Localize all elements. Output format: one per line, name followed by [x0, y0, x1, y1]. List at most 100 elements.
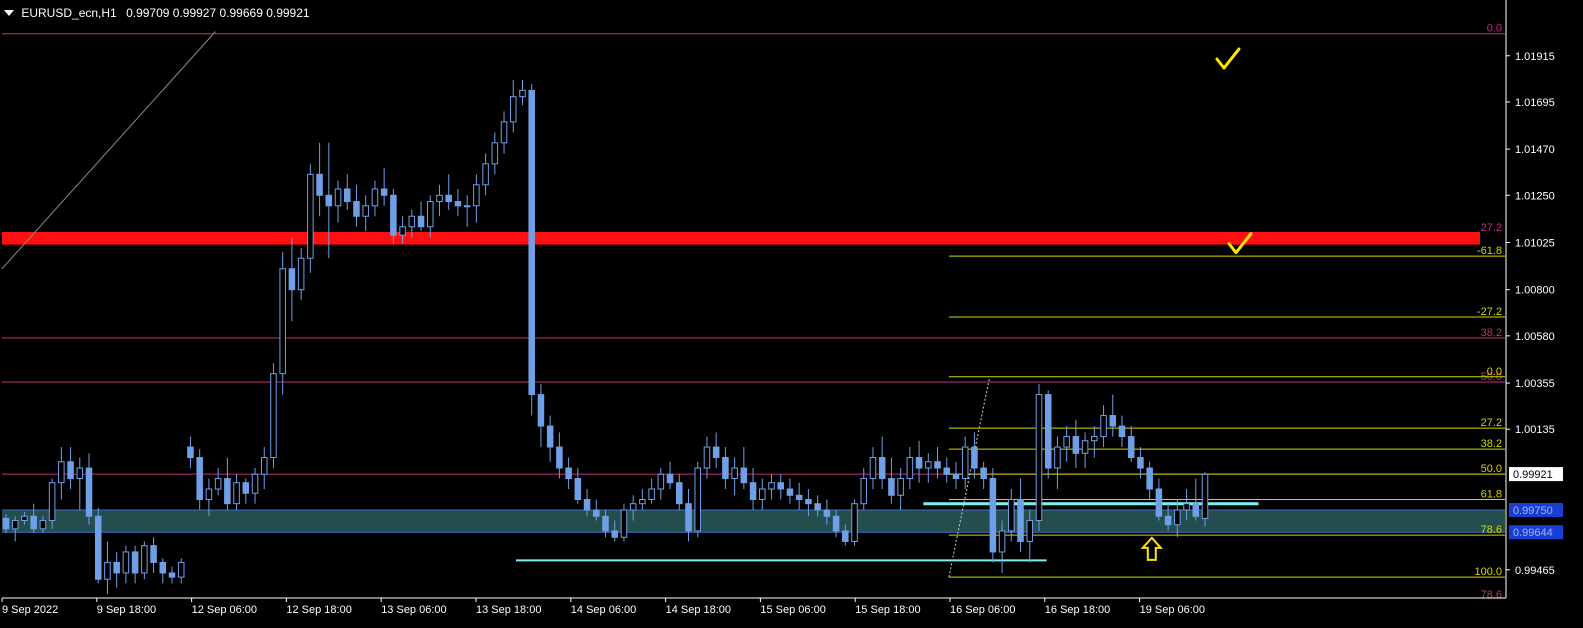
candle-body	[463, 205, 471, 208]
candle-body	[316, 173, 323, 196]
time-tick-label: 15 Sep 18:00	[855, 604, 920, 616]
candle-body	[260, 457, 268, 475]
candle-body	[205, 488, 213, 500]
candle-body	[943, 467, 951, 475]
candle-body	[2, 517, 10, 530]
price-tick-label: 0.99465	[1515, 565, 1555, 577]
candle-body	[934, 461, 941, 469]
candle-body	[961, 446, 969, 480]
fib-right-label: -61.8	[1477, 245, 1502, 257]
candle-body	[528, 89, 535, 396]
candle-body	[1164, 515, 1172, 526]
price-chart[interactable]: 27.20.038.250.0-61.8-27.20.027.238.250.0…	[0, 0, 1583, 628]
time-tick-label: 12 Sep 18:00	[286, 604, 351, 616]
price-tick-label: 1.01470	[1515, 144, 1555, 156]
candle-body	[869, 457, 877, 480]
candle-body	[823, 509, 831, 517]
candle-body	[1183, 503, 1190, 511]
candle-body	[546, 425, 554, 448]
candle-body	[343, 188, 351, 203]
candle-body	[639, 498, 646, 505]
time-tick-label: 19 Sep 06:00	[1140, 604, 1205, 616]
candle-body	[1044, 394, 1052, 469]
fib-right-label: 38.2	[1481, 438, 1502, 450]
price-tick-label: 1.01250	[1515, 190, 1555, 202]
candle-body	[482, 163, 489, 186]
fib-right-label: 61.8	[1481, 488, 1502, 500]
candle-body	[473, 184, 480, 207]
candle-body	[814, 503, 821, 511]
candle-body	[888, 478, 895, 496]
candle-body	[565, 467, 572, 480]
candle-body	[76, 467, 84, 480]
fib-bottom-label: 78.6	[1481, 589, 1502, 601]
time-tick-label: 15 Sep 06:00	[760, 604, 825, 616]
candle-body	[777, 482, 785, 490]
candle-body	[113, 561, 120, 574]
candle-body	[878, 457, 886, 480]
candle-body	[1081, 440, 1089, 454]
candle-body	[602, 515, 609, 532]
candle-body	[399, 226, 406, 236]
candle-body	[703, 446, 711, 469]
time-tick-label: 16 Sep 18:00	[1045, 604, 1110, 616]
candle-body	[224, 478, 231, 505]
candle-body	[952, 473, 960, 480]
price-tick-label: 1.01695	[1515, 97, 1555, 109]
candle-body	[408, 215, 416, 228]
candle-body	[906, 457, 914, 480]
candle-body	[971, 446, 978, 469]
candle-body	[196, 457, 203, 500]
candle-body	[998, 530, 1006, 553]
candle-body	[417, 215, 425, 228]
price-tick-label: 1.00355	[1515, 378, 1555, 390]
candle-body	[67, 461, 74, 480]
candle-body	[454, 201, 462, 207]
candle-body	[21, 515, 28, 521]
candle-body	[353, 201, 360, 217]
fib-right-label: 0.0	[1487, 366, 1502, 378]
candle-body	[537, 394, 545, 427]
time-tick-label: 13 Sep 06:00	[381, 604, 446, 616]
candle-body	[989, 478, 997, 553]
price-tick-label: 1.00580	[1515, 331, 1555, 343]
candle-body	[1146, 467, 1153, 490]
candle-body	[380, 188, 388, 196]
candle-body	[1137, 457, 1144, 469]
fib-left-label: 38.2	[1481, 327, 1502, 339]
up-arrow-icon	[1140, 536, 1164, 561]
candle-body	[39, 519, 47, 530]
candle-body	[1155, 488, 1163, 517]
candle-body	[177, 561, 185, 578]
zone-price-label: 0.99644	[1513, 527, 1553, 539]
candle-body	[805, 498, 812, 505]
candle-body	[1100, 415, 1107, 438]
candle-body	[307, 173, 314, 259]
candle-body	[58, 461, 65, 484]
candle-body	[759, 488, 766, 500]
fib-left-label: 0.0	[1487, 23, 1502, 35]
candle-body	[279, 268, 286, 375]
candle-body	[426, 201, 434, 228]
fib-right-label: 27.2	[1481, 417, 1502, 429]
candle-body	[583, 498, 591, 511]
candle-body	[362, 205, 369, 217]
check-mark-icon	[1215, 47, 1241, 70]
candle-body	[1118, 425, 1126, 438]
candle-body	[500, 121, 508, 144]
candle-body	[436, 194, 443, 203]
candle-body	[1174, 509, 1181, 526]
time-tick-label: 14 Sep 18:00	[666, 604, 731, 616]
candle-body	[657, 473, 665, 490]
support-zone	[2, 509, 1505, 533]
fib-right-label: -27.2	[1477, 306, 1502, 318]
candle-body	[731, 467, 738, 480]
candle-body	[297, 257, 305, 291]
candle-body	[334, 188, 342, 207]
candle-body	[390, 194, 397, 236]
candle-body	[1017, 498, 1024, 542]
candle-body	[1035, 394, 1043, 521]
candle-body	[648, 488, 655, 500]
candle-body	[510, 96, 517, 123]
candle-body	[795, 494, 803, 500]
